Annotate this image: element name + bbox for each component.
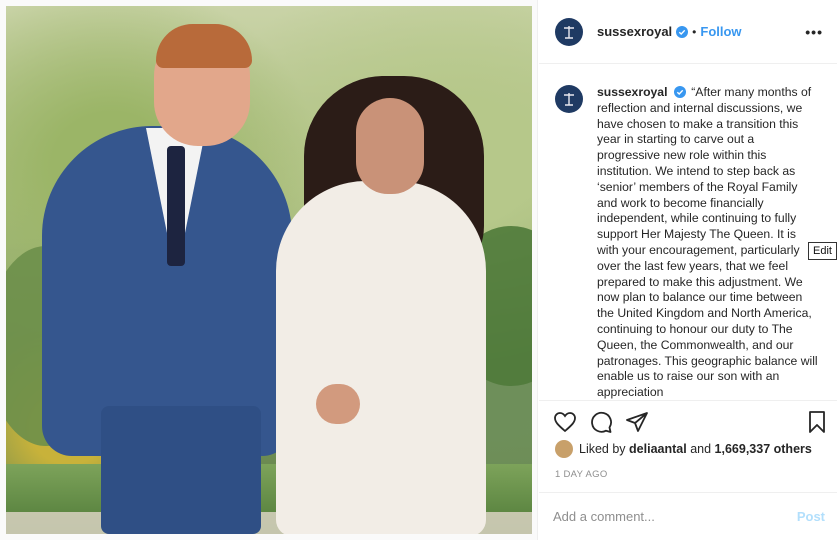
comments-scroll-area[interactable]: sussexroyal “After many months of reflec… <box>539 65 837 399</box>
likes-prefix: Liked by <box>579 442 626 456</box>
separator-dot: • <box>692 24 697 39</box>
man-tie <box>167 146 185 266</box>
monogram-icon <box>564 25 574 39</box>
man-hair <box>156 24 252 68</box>
liker-username[interactable]: deliaantal <box>629 442 687 456</box>
post-header: sussexroyal • Follow ••• <box>539 0 837 64</box>
caption-avatar[interactable] <box>555 85 583 113</box>
verified-badge-icon <box>673 85 686 98</box>
likes-and: and <box>690 442 712 456</box>
add-comment-bar: Post <box>539 492 837 540</box>
paper-plane-icon[interactable] <box>625 410 649 434</box>
post-timestamp[interactable]: 1 DAY AGO <box>555 469 608 480</box>
man-trousers <box>101 406 261 534</box>
post-photo[interactable] <box>6 6 532 534</box>
woman-face <box>356 98 424 194</box>
likes-summary: Liked by deliaantal and 1,669,337 others <box>555 440 812 458</box>
liker-avatar[interactable] <box>555 440 573 458</box>
caption-text: sussexroyal “After many months of reflec… <box>597 85 819 399</box>
heart-icon[interactable] <box>553 410 577 434</box>
post-comment-button[interactable]: Post <box>797 509 825 524</box>
comment-input[interactable] <box>553 509 797 524</box>
woman-coat <box>276 181 486 534</box>
action-bar <box>539 400 837 440</box>
profile-avatar[interactable] <box>555 17 583 46</box>
comment-bubble-icon[interactable] <box>589 410 613 434</box>
caption-body: “After many months of reflection and int… <box>597 85 818 399</box>
monogram-icon <box>564 93 574 106</box>
held-hands <box>316 384 360 424</box>
post-photo-frame <box>0 0 538 540</box>
caption-row: sussexroyal “After many months of reflec… <box>555 85 837 399</box>
post-side-panel: sussexroyal • Follow ••• sussexroyal “Af… <box>539 0 837 540</box>
more-options-icon[interactable]: ••• <box>805 24 823 40</box>
profile-username[interactable]: sussexroyal <box>597 24 672 39</box>
likes-count[interactable]: 1,669,337 others <box>715 442 812 456</box>
edit-tooltip: Edit <box>808 242 837 260</box>
bookmark-icon[interactable] <box>805 410 829 434</box>
verified-badge-icon <box>676 25 689 38</box>
follow-button[interactable]: Follow <box>700 24 741 39</box>
caption-username[interactable]: sussexroyal <box>597 85 667 99</box>
